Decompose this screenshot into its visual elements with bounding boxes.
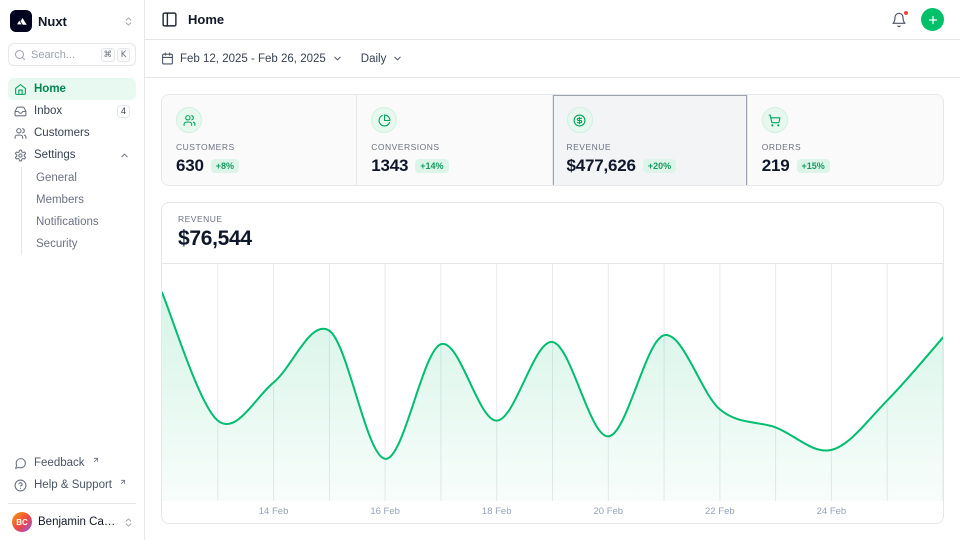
date-range-picker[interactable]: Feb 12, 2025 - Feb 26, 2025 [161, 52, 343, 65]
chart-title: REVENUE [178, 214, 927, 224]
stat-card-orders[interactable]: ORDERS 219 +15% [748, 95, 943, 186]
sidebar-item-inbox[interactable]: Inbox 4 [8, 100, 136, 122]
users-icon [14, 127, 27, 140]
home-icon [14, 83, 27, 96]
panel-left-icon [161, 11, 178, 28]
period-select[interactable]: Daily [361, 53, 404, 65]
sidebar-item-settings[interactable]: Settings [8, 144, 136, 166]
footer-link-label: Feedback [34, 457, 85, 469]
feedback-link[interactable]: Feedback [8, 452, 136, 474]
chart-x-tick: 24 Feb [817, 506, 847, 517]
revenue-chart[interactable]: 14 Feb 16 Feb 18 Feb 20 Feb 22 Feb 24 Feb [162, 264, 943, 523]
chevrons-up-down-icon [123, 16, 134, 27]
stat-trend-badge: +15% [797, 159, 830, 173]
notification-dot [903, 10, 909, 16]
inbox-count-badge: 4 [117, 105, 130, 118]
chart-total-value: $76,544 [178, 227, 927, 251]
stats-row: CUSTOMERS 630 +8% CONVERSIONS 1343 +14% [161, 94, 944, 186]
sidebar-item-label: Settings [34, 149, 76, 161]
chart-x-tick: 14 Feb [259, 506, 289, 517]
sidebar-item-label: Inbox [34, 105, 62, 117]
search-icon [14, 49, 26, 61]
help-support-link[interactable]: Help & Support [8, 474, 136, 496]
header-actions [891, 8, 944, 31]
chart-x-tick: 18 Feb [482, 506, 512, 517]
plus-icon [927, 14, 939, 26]
period-label: Daily [361, 53, 387, 65]
search-input[interactable]: Search... ⌘ K [8, 43, 136, 66]
date-range-label: Feb 12, 2025 - Feb 26, 2025 [180, 53, 326, 65]
chart-x-tick: 22 Feb [705, 506, 735, 517]
settings-children: General Members Notifications Security [21, 167, 136, 255]
sidebar-footer: Feedback Help & Support BC Benjamin Cana… [8, 452, 136, 532]
stat-card-conversions[interactable]: CONVERSIONS 1343 +14% [357, 95, 552, 186]
stat-card-customers[interactable]: CUSTOMERS 630 +8% [162, 95, 357, 186]
chevron-down-icon [332, 53, 343, 64]
external-link-icon [119, 478, 127, 486]
chart-header: REVENUE $76,544 [162, 203, 943, 264]
cart-icon [762, 107, 788, 133]
users-icon [176, 107, 202, 133]
stat-value: $477,626 [567, 156, 636, 176]
search-placeholder: Search... [31, 49, 75, 61]
sidebar-nav: Home Inbox 4 Customers Settings General … [8, 78, 136, 255]
kbd-cmd: ⌘ [101, 48, 116, 62]
stat-trend-badge: +20% [643, 159, 676, 173]
stat-trend-badge: +14% [415, 159, 448, 173]
sidebar-toggle-button[interactable] [161, 11, 178, 28]
stat-value: 630 [176, 156, 204, 176]
message-circle-icon [14, 457, 27, 470]
sidebar: Nuxt Search... ⌘ K Home Inbox 4 Customer… [0, 0, 145, 540]
stat-value: 1343 [371, 156, 408, 176]
stat-label: ORDERS [762, 142, 929, 152]
add-button[interactable] [921, 8, 944, 31]
avatar: BC [12, 512, 32, 532]
chart-x-tick: 20 Feb [593, 506, 623, 517]
search-shortcut: ⌘ K [101, 48, 131, 62]
user-menu[interactable]: BC Benjamin Canac [8, 503, 136, 532]
sidebar-item-security[interactable]: Security [32, 233, 136, 255]
gear-icon [14, 149, 27, 162]
revenue-chart-svg [162, 264, 943, 501]
workspace-selector[interactable]: Nuxt [8, 8, 136, 32]
chevrons-up-down-icon [123, 517, 134, 528]
page-header: Home [145, 0, 960, 40]
stat-value: 219 [762, 156, 790, 176]
chart-x-tick: 16 Feb [370, 506, 400, 517]
revenue-chart-card: REVENUE $76,544 14 Feb 16 Feb 18 Feb 20 Feb… [161, 202, 944, 524]
filters-toolbar: Feb 12, 2025 - Feb 26, 2025 Daily [145, 40, 960, 78]
notifications-button[interactable] [891, 12, 907, 28]
kbd-k: K [117, 48, 130, 62]
workspace-name: Nuxt [38, 14, 67, 29]
sidebar-item-label: Customers [34, 127, 90, 139]
chart-pie-icon [371, 107, 397, 133]
sidebar-item-home[interactable]: Home [8, 78, 136, 100]
sidebar-item-customers[interactable]: Customers [8, 122, 136, 144]
help-circle-icon [14, 479, 27, 492]
main-panel: Home Feb 12, 2025 - Feb 26, 2025 Daily [145, 0, 960, 540]
dollar-circle-icon [567, 107, 593, 133]
stat-label: REVENUE [567, 142, 733, 152]
inbox-icon [14, 105, 27, 118]
stat-card-revenue[interactable]: REVENUE $477,626 +20% [553, 95, 748, 186]
chevron-up-icon [119, 150, 130, 161]
user-name: Benjamin Canac [38, 516, 117, 528]
page-title: Home [188, 12, 224, 27]
stat-label: CONVERSIONS [371, 142, 537, 152]
nuxt-logo [10, 10, 32, 32]
dashboard-content: CUSTOMERS 630 +8% CONVERSIONS 1343 +14% [145, 78, 960, 540]
sidebar-item-notifications[interactable]: Notifications [32, 211, 136, 233]
sidebar-item-label: Home [34, 83, 66, 95]
calendar-icon [161, 52, 174, 65]
footer-link-label: Help & Support [34, 479, 112, 491]
chevron-down-icon [392, 53, 403, 64]
stat-label: CUSTOMERS [176, 142, 342, 152]
external-link-icon [92, 456, 100, 464]
sidebar-item-general[interactable]: General [32, 167, 136, 189]
sidebar-item-members[interactable]: Members [32, 189, 136, 211]
chart-x-labels: 14 Feb 16 Feb 18 Feb 20 Feb 22 Feb 24 Feb [162, 501, 943, 523]
stat-trend-badge: +8% [211, 159, 239, 173]
